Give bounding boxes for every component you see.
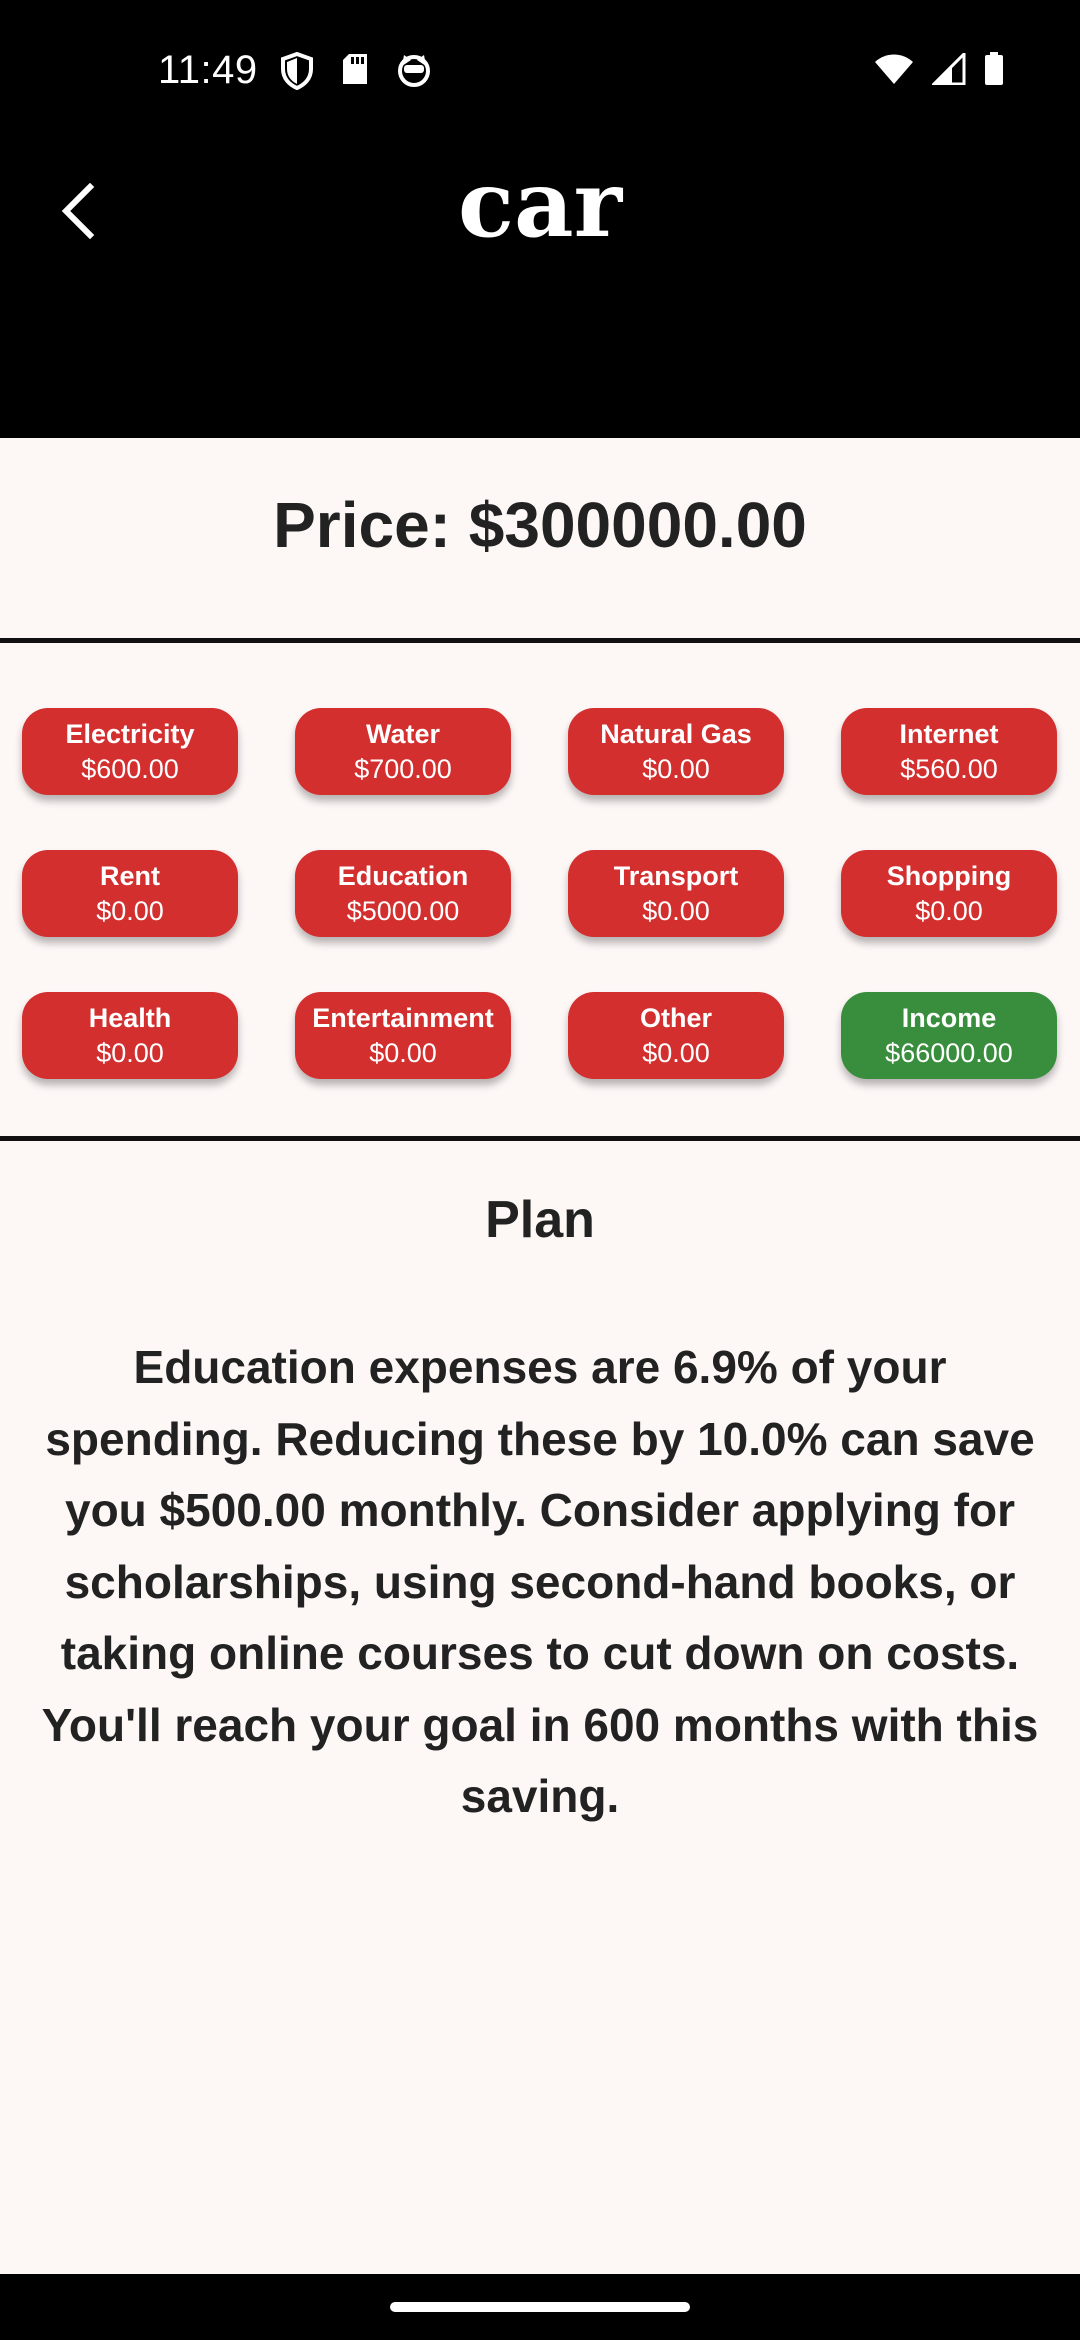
category-chip-internet[interactable]: Internet $560.00 [841, 708, 1057, 795]
page-title: car [457, 150, 623, 258]
price-label: Price: $300000.00 [273, 489, 807, 561]
divider [0, 638, 1080, 643]
chip-name: Entertainment [312, 1002, 494, 1033]
chip-name: Other [639, 1002, 712, 1033]
top-app-bar: 11:49 car [0, 0, 1080, 438]
chip-amount: $700.00 [354, 753, 452, 784]
signal-icon [932, 53, 966, 85]
chip-amount: $0.00 [369, 1037, 437, 1068]
shield-icon [280, 52, 314, 90]
category-chip-rent[interactable]: Rent $0.00 [22, 850, 238, 937]
chip-name: Transport [613, 860, 739, 891]
status-icons-right [874, 52, 1004, 86]
category-chip-natural-gas[interactable]: Natural Gas $0.00 [568, 708, 784, 795]
income-chip[interactable]: Income $66000.00 [841, 992, 1057, 1079]
chip-amount: $5000.00 [346, 895, 460, 926]
category-chip-shopping[interactable]: Shopping $0.00 [841, 850, 1057, 937]
plan-title: Plan [485, 1191, 595, 1249]
category-chip-transport[interactable]: Transport $0.00 [568, 850, 784, 937]
category-chip-electricity[interactable]: Electricity $600.00 [22, 708, 238, 795]
home-gesture-handle[interactable] [390, 2302, 690, 2312]
chip-amount: $0.00 [915, 895, 983, 926]
divider [0, 1136, 1080, 1141]
chip-name: Natural Gas [600, 718, 752, 749]
cat-face-icon [396, 52, 432, 90]
chip-name: Electricity [65, 718, 195, 749]
chip-amount: $0.00 [96, 895, 164, 926]
status-icons-left [280, 52, 432, 90]
chip-name: Health [88, 1002, 172, 1033]
wifi-icon [874, 53, 914, 85]
chip-amount: $0.00 [642, 1037, 710, 1068]
chip-amount: $0.00 [642, 895, 710, 926]
category-chip-health[interactable]: Health $0.00 [22, 992, 238, 1079]
chip-amount: $600.00 [81, 753, 179, 784]
chip-name: Water [365, 718, 440, 749]
category-chip-education[interactable]: Education $5000.00 [295, 850, 511, 937]
chip-name: Internet [899, 718, 999, 749]
chip-name: Rent [100, 860, 160, 891]
category-chip-entertainment[interactable]: Entertainment $0.00 [295, 992, 511, 1079]
category-chip-water[interactable]: Water $700.00 [295, 708, 511, 795]
chip-name: Shopping [886, 860, 1012, 891]
plan-text: Education expenses are 6.9% of your spen… [41, 1341, 1039, 1822]
sd-card-icon [340, 52, 370, 90]
chip-amount: $0.00 [96, 1037, 164, 1068]
chip-amount: $66000.00 [885, 1037, 1013, 1068]
chip-name: Income [901, 1002, 997, 1033]
chip-amount: $560.00 [900, 753, 998, 784]
category-chip-other[interactable]: Other $0.00 [568, 992, 784, 1079]
category-grid: Electricity $600.00 Water $700.00 Natura… [22, 708, 1058, 1079]
status-time: 11:49 [158, 48, 258, 92]
screen: 11:49 car Price: $300000.00 Electricity … [0, 0, 1080, 2340]
chip-name: Education [337, 860, 469, 891]
chip-amount: $0.00 [642, 753, 710, 784]
battery-icon [984, 52, 1004, 86]
